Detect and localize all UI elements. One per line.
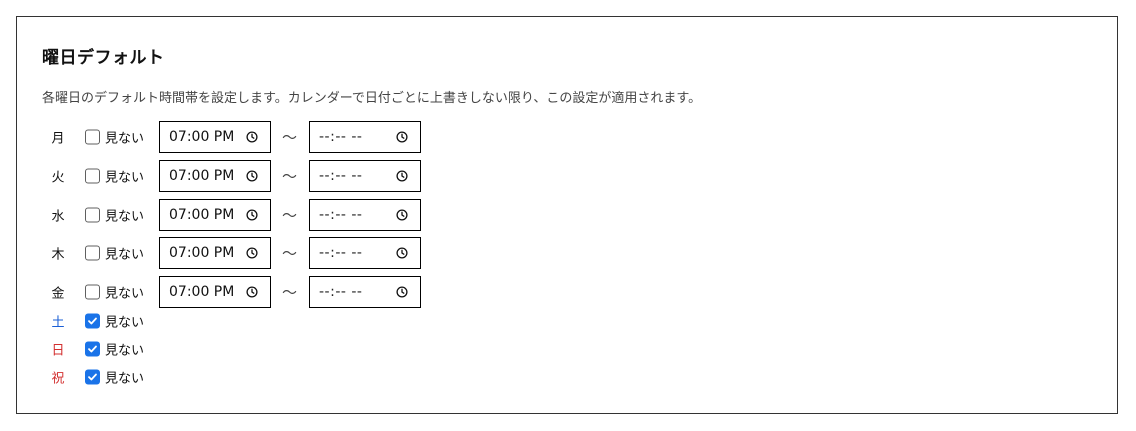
end-time-input[interactable]: --:-- -- [309,276,421,308]
end-time-value[interactable]: --:-- -- [319,129,362,145]
weekday-defaults-panel: 曜日デフォルト 各曜日のデフォルト時間帯を設定します。カレンダーで日付ごとに上書… [16,16,1118,414]
section-description: 各曜日のデフォルト時間帯を設定します。カレンダーで日付ごとに上書きしない限り、こ… [42,91,702,106]
hide-label: 見ない [105,209,145,225]
weekday-row-5: 土 見ない [17,309,617,333]
weekday-row-1: 火 見ない 07:00 PM 〜 --:-- -- [17,160,617,192]
start-time-input[interactable]: 07:00 PM [159,199,271,231]
start-time-value[interactable]: 07:00 PM [169,129,234,145]
weekday-label: 土 [51,315,65,331]
weekday-label: 祝 [51,371,65,387]
clock-icon[interactable] [246,170,258,182]
range-separator: 〜 [282,167,298,186]
weekday-label: 水 [51,209,65,225]
start-time-value[interactable]: 07:00 PM [169,207,234,223]
hide-checkbox[interactable]: 見ない [85,244,144,263]
end-time-value[interactable]: --:-- -- [319,168,362,184]
clock-icon[interactable] [396,170,408,182]
checkbox-box[interactable] [85,168,100,184]
checkbox-box[interactable] [85,341,100,357]
weekday-row-0: 月 見ない 07:00 PM 〜 --:-- -- [17,121,617,153]
hide-checkbox[interactable]: 見ない [85,206,144,225]
hide-label: 見ない [105,131,145,147]
check-icon [88,373,97,381]
hide-checkbox[interactable]: 見ない [85,283,144,302]
clock-icon[interactable] [396,131,408,143]
weekday-row-7: 祝 見ない [17,365,617,389]
checkbox-box[interactable] [85,129,100,145]
check-icon [88,317,97,325]
start-time-input[interactable]: 07:00 PM [159,276,271,308]
end-time-value[interactable]: --:-- -- [319,245,362,261]
hide-checkbox[interactable]: 見ない [85,368,144,387]
clock-icon[interactable] [396,286,408,298]
checkbox-box[interactable] [85,284,100,300]
hide-checkbox[interactable]: 見ない [85,312,144,331]
weekday-row-6: 日 見ない [17,337,617,361]
start-time-value[interactable]: 07:00 PM [169,284,234,300]
end-time-value[interactable]: --:-- -- [319,207,362,223]
range-separator: 〜 [282,206,298,225]
start-time-value[interactable]: 07:00 PM [169,168,234,184]
end-time-input[interactable]: --:-- -- [309,160,421,192]
weekday-label: 日 [51,343,65,359]
end-time-input[interactable]: --:-- -- [309,121,421,153]
hide-checkbox[interactable]: 見ない [85,340,144,359]
start-time-input[interactable]: 07:00 PM [159,237,271,269]
weekday-label: 月 [51,131,65,147]
weekday-label: 火 [51,170,65,186]
clock-icon[interactable] [396,209,408,221]
hide-checkbox[interactable]: 見ない [85,167,144,186]
weekday-row-4: 金 見ない 07:00 PM 〜 --:-- -- [17,276,617,308]
start-time-input[interactable]: 07:00 PM [159,160,271,192]
range-separator: 〜 [282,128,298,147]
hide-label: 見ない [105,315,145,331]
end-time-input[interactable]: --:-- -- [309,237,421,269]
weekday-row-3: 木 見ない 07:00 PM 〜 --:-- -- [17,237,617,269]
clock-icon[interactable] [246,131,258,143]
hide-label: 見ない [105,371,145,387]
start-time-input[interactable]: 07:00 PM [159,121,271,153]
hide-label: 見ない [105,343,145,359]
section-title: 曜日デフォルト [42,48,165,68]
range-separator: 〜 [282,283,298,302]
range-separator: 〜 [282,244,298,263]
checkbox-box[interactable] [85,313,100,329]
weekday-label: 木 [51,247,65,263]
end-time-value[interactable]: --:-- -- [319,284,362,300]
checkbox-box[interactable] [85,245,100,261]
hide-label: 見ない [105,170,145,186]
checkbox-box[interactable] [85,369,100,385]
check-icon [88,345,97,353]
hide-checkbox[interactable]: 見ない [85,128,144,147]
weekday-row-2: 水 見ない 07:00 PM 〜 --:-- -- [17,199,617,231]
clock-icon[interactable] [246,286,258,298]
weekday-label: 金 [51,286,65,302]
checkbox-box[interactable] [85,207,100,223]
clock-icon[interactable] [246,247,258,259]
start-time-value[interactable]: 07:00 PM [169,245,234,261]
end-time-input[interactable]: --:-- -- [309,199,421,231]
clock-icon[interactable] [246,209,258,221]
hide-label: 見ない [105,247,145,263]
hide-label: 見ない [105,286,145,302]
clock-icon[interactable] [396,247,408,259]
